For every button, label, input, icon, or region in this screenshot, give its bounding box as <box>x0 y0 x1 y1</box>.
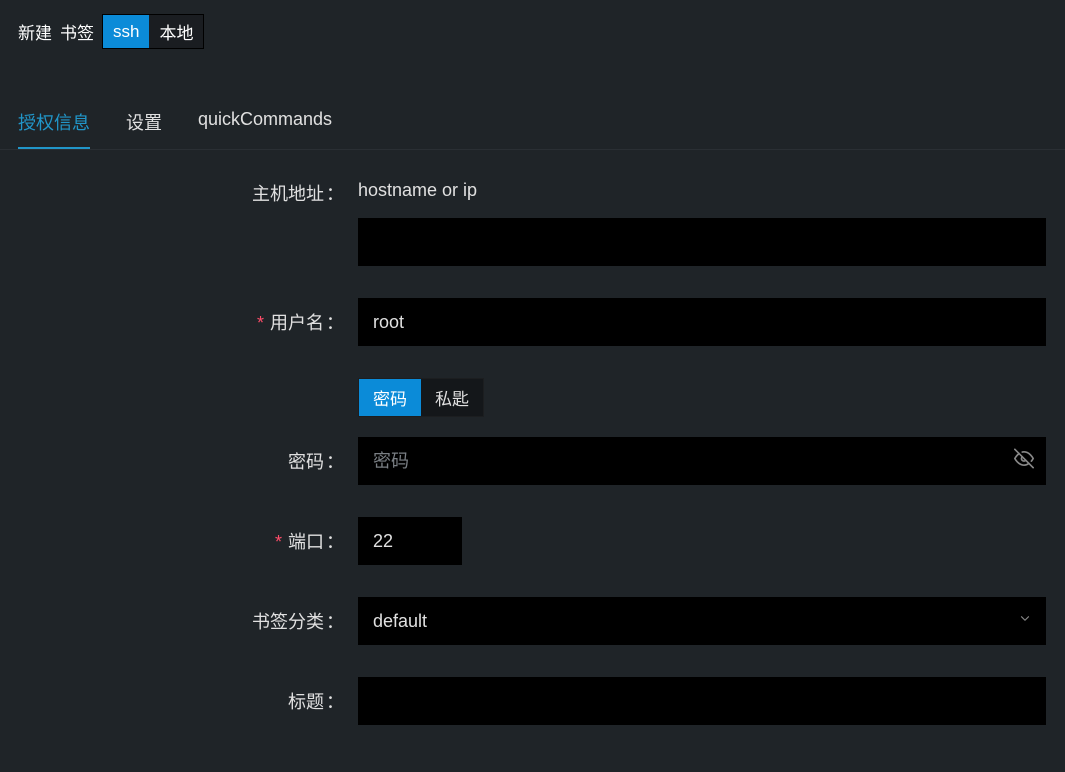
category-select[interactable] <box>358 597 1046 645</box>
new-label: 新建 <box>18 19 52 44</box>
tab-settings[interactable]: 设置 <box>126 99 162 149</box>
tab-bar: 授权信息 设置 quickCommands <box>0 99 1065 150</box>
password-row: 密码： <box>18 437 1047 485</box>
host-input[interactable] <box>358 218 1046 266</box>
category-label: 书签分类： <box>18 608 348 634</box>
host-hint: hostname or ip <box>358 180 477 201</box>
password-input[interactable] <box>358 437 1046 485</box>
auth-mode-toggle: 密码 私匙 <box>358 378 484 417</box>
auth-form: 主机地址： hostname or ip *用户名： 密码 私匙 密码： <box>0 150 1065 725</box>
title-row: 标题： <box>18 677 1047 725</box>
host-hint-row: 主机地址： hostname or ip <box>18 180 1047 206</box>
conn-type-ssh[interactable]: ssh <box>103 15 149 48</box>
header: 新建 书签 ssh 本地 <box>0 0 1065 63</box>
bookmark-label: 书签 <box>60 19 94 44</box>
port-label: *端口： <box>18 528 348 554</box>
password-label: 密码： <box>18 448 348 474</box>
eye-off-icon[interactable] <box>1014 449 1034 474</box>
host-row <box>18 218 1047 266</box>
username-row: *用户名： <box>18 298 1047 346</box>
auth-mode-private-key[interactable]: 私匙 <box>421 379 483 416</box>
title-input[interactable] <box>358 677 1046 725</box>
username-input[interactable] <box>358 298 1046 346</box>
category-value[interactable] <box>358 597 1046 645</box>
host-label: 主机地址： <box>18 180 348 206</box>
category-row: 书签分类： <box>18 597 1047 645</box>
conn-type-local[interactable]: 本地 <box>149 15 203 48</box>
title-label: 标题： <box>18 688 348 714</box>
tab-quick-commands[interactable]: quickCommands <box>198 99 332 149</box>
auth-mode-password[interactable]: 密码 <box>359 379 421 416</box>
connection-type-toggle: ssh 本地 <box>102 14 204 49</box>
port-row: *端口： <box>18 517 1047 565</box>
tab-auth[interactable]: 授权信息 <box>18 99 90 149</box>
port-input[interactable] <box>358 517 462 565</box>
username-label: *用户名： <box>18 309 348 335</box>
auth-mode-row: 密码 私匙 <box>18 378 1047 437</box>
